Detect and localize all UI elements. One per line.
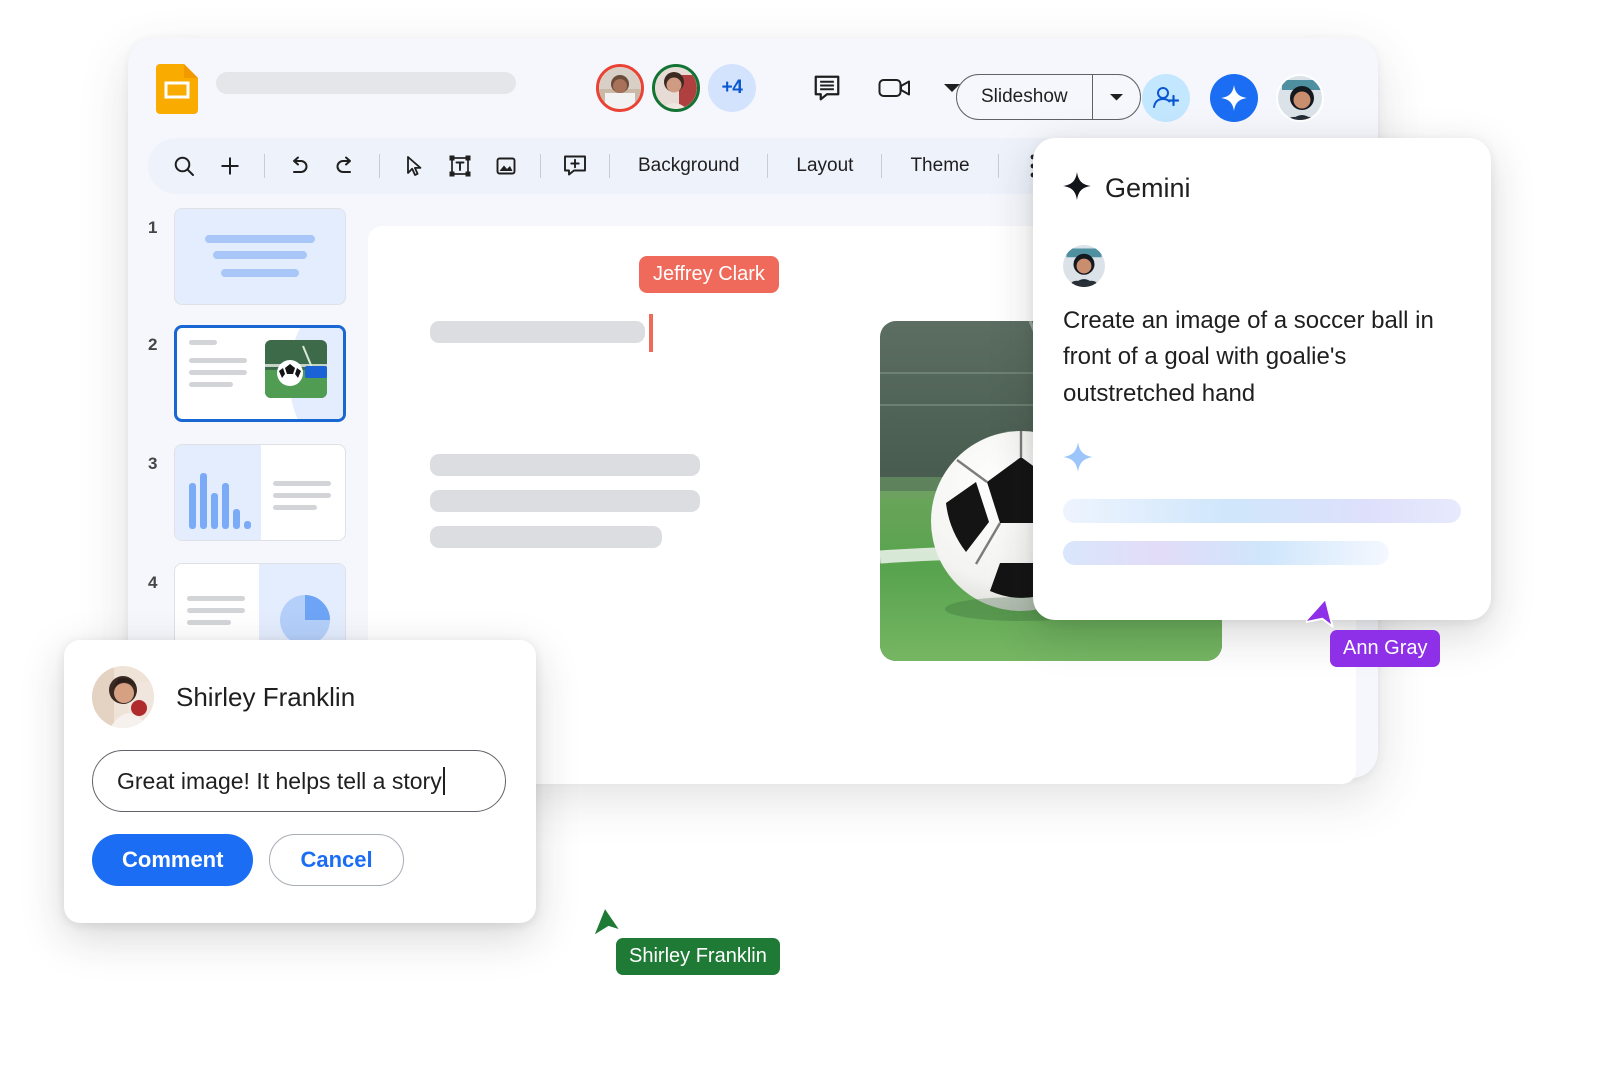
gemini-sparkle-icon [1063, 172, 1091, 205]
insert-image-icon[interactable] [484, 144, 528, 188]
slide-thumbnail-3[interactable]: 3 [148, 444, 346, 541]
toolbar-separator [767, 154, 769, 178]
gemini-user-avatar [1063, 245, 1105, 287]
slide-preview-3[interactable] [174, 444, 346, 541]
gemini-loading-bar-2 [1063, 541, 1390, 566]
collaborator-avatars: +4 [596, 64, 756, 112]
collaborator-tag-jeffrey: Jeffrey Clark [639, 256, 779, 293]
slideshow-chevron-down-icon[interactable] [1091, 75, 1140, 119]
toolbar-separator [881, 154, 883, 178]
gemini-sparkle-button[interactable] [1210, 74, 1258, 122]
search-icon[interactable] [162, 144, 206, 188]
gemini-loading-bar-1 [1063, 499, 1461, 524]
slide-number-2: 2 [148, 335, 158, 354]
cursor-label-shirley-franklin: Shirley Franklin [616, 938, 780, 975]
google-slides-logo [156, 64, 198, 114]
slideshow-button[interactable]: Slideshow [957, 75, 1092, 119]
gemini-title: Gemini [1105, 173, 1191, 203]
comment-icon[interactable] [804, 65, 850, 111]
cursor-ann-gray: Ann Gray [1303, 597, 1441, 667]
app-title-bar: +4 Slideshow [128, 38, 1378, 130]
gemini-prompt-text: Create an image of a soccer ball in fron… [1063, 307, 1434, 407]
slide-number-1: 1 [148, 218, 158, 237]
slide-thumbnail-2[interactable]: 2 [148, 325, 346, 422]
gemini-header: Gemini [1063, 172, 1461, 205]
slideshow-control: Slideshow [956, 74, 1141, 120]
toolbar-separator [379, 154, 380, 178]
screenshot-root: +4 Slideshow Background Layout Theme 1 2… [0, 0, 1600, 1072]
slide-thumbnail-1[interactable]: 1 [148, 208, 346, 305]
cursor-shirley-franklin: Shirley Franklin [591, 906, 780, 975]
add-icon[interactable] [208, 144, 252, 188]
text-box-icon[interactable] [438, 144, 482, 188]
share-add-person-button[interactable] [1142, 74, 1190, 122]
comment-actions: Comment Cancel [92, 834, 508, 886]
slide-number-4: 4 [148, 573, 158, 592]
slide-title-placeholder[interactable] [430, 321, 645, 343]
current-user-avatar[interactable] [1276, 74, 1324, 122]
header-icon-group [804, 65, 964, 111]
gemini-response-sparkle-icon [1063, 442, 1461, 477]
text-cursor-caret [442, 767, 445, 795]
select-cursor-icon[interactable] [392, 144, 436, 188]
document-title-field[interactable] [216, 72, 516, 94]
theme-button[interactable]: Theme [894, 144, 985, 188]
comment-input-value: Great image! It helps tell a story [117, 767, 442, 794]
toolbar-separator [264, 154, 265, 178]
comment-input[interactable]: Great image! It helps tell a story [92, 750, 506, 812]
add-comment-icon[interactable] [553, 144, 597, 188]
collaborator-avatar-1[interactable] [596, 64, 644, 112]
slide-preview-2[interactable] [174, 325, 346, 422]
layout-button[interactable]: Layout [780, 144, 869, 188]
toolbar-separator [609, 154, 610, 178]
more-collaborators-badge[interactable]: +4 [708, 64, 756, 112]
slide-preview-1[interactable] [174, 208, 346, 305]
video-camera-icon[interactable] [872, 65, 918, 111]
gemini-panel[interactable]: Gemini Create an image of a soccer ball … [1033, 138, 1491, 620]
comment-author-name: Shirley Franklin [176, 681, 356, 712]
cursor-label-ann-gray: Ann Gray [1330, 630, 1441, 667]
redo-icon[interactable] [323, 144, 367, 188]
comment-submit-button[interactable]: Comment [92, 834, 254, 886]
comment-author-row: Shirley Franklin [92, 666, 508, 728]
collaborator-caret-jeffrey [649, 314, 653, 352]
background-button[interactable]: Background [622, 144, 755, 188]
slide-number-3: 3 [148, 454, 158, 473]
collaborator-avatar-2[interactable] [652, 64, 700, 112]
comment-author-avatar [92, 666, 154, 728]
undo-icon[interactable] [277, 144, 321, 188]
comment-dialog[interactable]: Shirley Franklin Great image! It helps t… [64, 640, 536, 923]
slide-body-line-2[interactable] [430, 490, 700, 512]
slide-body-line-3[interactable] [430, 526, 662, 548]
toolbar-separator [540, 154, 541, 178]
comment-cancel-button[interactable]: Cancel [269, 834, 404, 886]
toolbar-separator [997, 154, 999, 178]
slide-body-line-1[interactable] [430, 454, 700, 476]
